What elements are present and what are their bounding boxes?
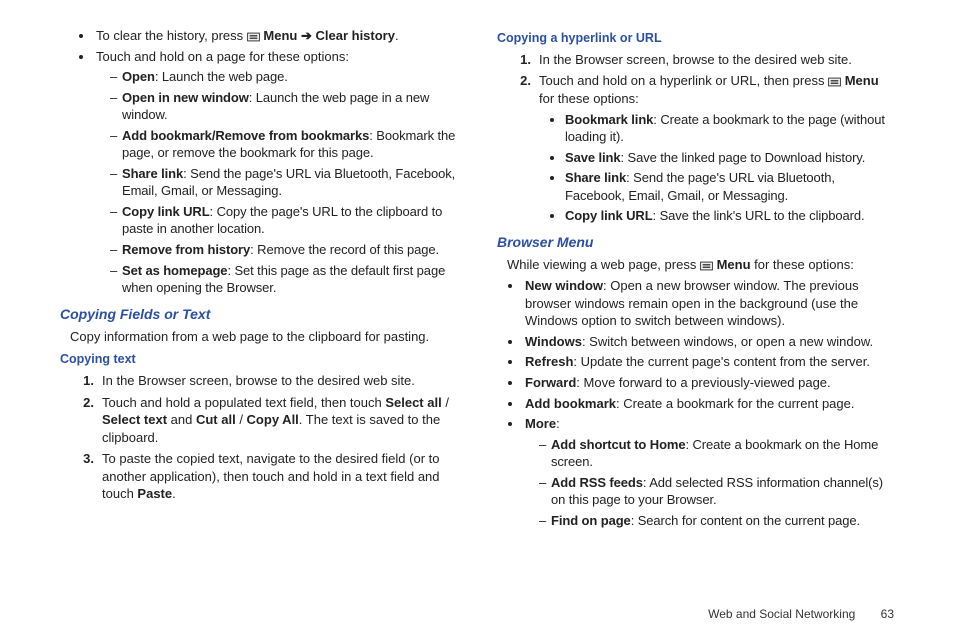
opt-bookmark-link: Bookmark link: Create a bookmark to the … xyxy=(565,111,894,146)
page-footer: Web and Social Networking 63 xyxy=(708,606,894,622)
opt-new-window: New window: Open a new browser window. T… xyxy=(523,277,894,330)
menu-label: Menu xyxy=(717,257,751,272)
clear-history-item: To clear the history, press Menu ➔ Clear… xyxy=(94,27,457,45)
opt-forward: Forward: Move forward to a previously-vi… xyxy=(523,374,894,392)
copy-fields-intro: Copy information from a web page to the … xyxy=(70,328,457,346)
menu-icon xyxy=(828,77,841,87)
step-3: To paste the copied text, navigate to th… xyxy=(88,450,457,503)
opt-copy-link: Copy link URL: Save the link's URL to th… xyxy=(565,207,894,225)
opt-copy-link: Copy link URL: Copy the page's URL to th… xyxy=(110,203,457,238)
txt: Touch and hold on a page for these optio… xyxy=(96,49,349,64)
menu-label: Menu xyxy=(845,73,879,88)
more-options: Add shortcut to Home: Create a bookmark … xyxy=(525,436,894,530)
opt-add-rss: Add RSS feeds: Add selected RSS informat… xyxy=(539,474,894,509)
opt-share-link: Share link: Send the page's URL via Blue… xyxy=(110,165,457,200)
step-1: In the Browser screen, browse to the des… xyxy=(88,372,457,390)
opt-open-new-window: Open in new window: Launch the web page … xyxy=(110,89,457,124)
left-column: To clear the history, press Menu ➔ Clear… xyxy=(60,24,457,532)
browser-menu-intro: While viewing a web page, press Menu for… xyxy=(507,256,894,274)
opt-add-shortcut: Add shortcut to Home: Create a bookmark … xyxy=(539,436,894,471)
menu-icon xyxy=(247,32,260,42)
opt-remove-history: Remove from history: Remove the record o… xyxy=(110,241,457,259)
right-column: Copying a hyperlink or URL In the Browse… xyxy=(497,24,894,532)
opt-bookmark-toggle: Add bookmark/Remove from bookmarks: Book… xyxy=(110,127,457,162)
copy-text-steps: In the Browser screen, browse to the des… xyxy=(60,372,457,503)
clear-history-label: Clear history xyxy=(316,28,395,43)
touch-hold-item: Touch and hold on a page for these optio… xyxy=(94,48,457,297)
opt-save-link: Save link: Save the linked page to Downl… xyxy=(565,149,894,167)
opt-find-on-page: Find on page: Search for content on the … xyxy=(539,512,894,530)
opt-windows: Windows: Switch between windows, or open… xyxy=(523,333,894,351)
copy-url-steps: In the Browser screen, browse to the des… xyxy=(497,51,894,225)
arrow-icon: ➔ xyxy=(301,28,312,43)
heading-copy-url: Copying a hyperlink or URL xyxy=(497,30,894,47)
opt-open: Open: Launch the web page. xyxy=(110,68,457,86)
page-columns: To clear the history, press Menu ➔ Clear… xyxy=(60,24,894,532)
section-name: Web and Social Networking xyxy=(708,607,855,621)
heading-browser-menu: Browser Menu xyxy=(497,233,894,252)
opt-share-link: Share link: Send the page's URL via Blue… xyxy=(565,169,894,204)
url-context-options: Bookmark link: Create a bookmark to the … xyxy=(539,111,894,225)
step-2: Touch and hold on a hyperlink or URL, th… xyxy=(525,72,894,224)
menu-label: Menu xyxy=(263,28,297,43)
step-1: In the Browser screen, browse to the des… xyxy=(525,51,894,69)
page-number: 63 xyxy=(881,607,894,621)
opt-refresh: Refresh: Update the current page's conte… xyxy=(523,353,894,371)
heading-copy-fields: Copying Fields or Text xyxy=(60,305,457,324)
step-2: Touch and hold a populated text field, t… xyxy=(88,394,457,447)
browser-menu-options: New window: Open a new browser window. T… xyxy=(497,277,894,529)
heading-copy-text: Copying text xyxy=(60,351,457,368)
history-options: To clear the history, press Menu ➔ Clear… xyxy=(60,27,457,297)
opt-set-homepage: Set as homepage: Set this page as the de… xyxy=(110,262,457,297)
opt-add-bookmark: Add bookmark: Create a bookmark for the … xyxy=(523,395,894,413)
opt-more: More: Add shortcut to Home: Create a boo… xyxy=(523,415,894,529)
txt: To clear the history, press xyxy=(96,28,247,43)
menu-icon xyxy=(700,261,713,271)
page-context-options: Open: Launch the web page. Open in new w… xyxy=(96,68,457,297)
